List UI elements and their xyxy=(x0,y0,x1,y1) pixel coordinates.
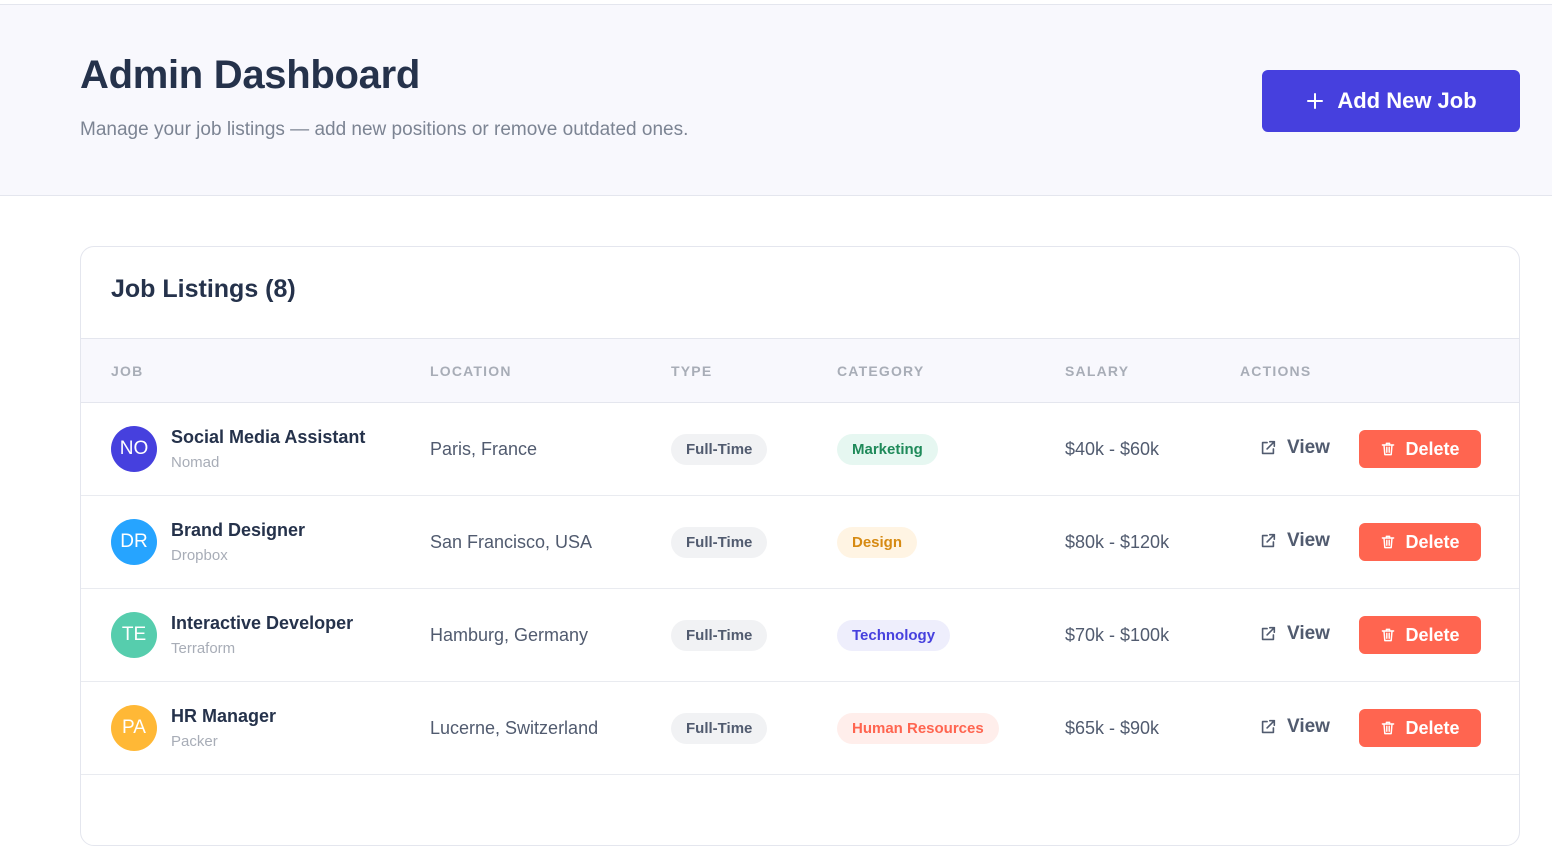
company-name: Packer xyxy=(171,733,218,750)
job-location: Lucerne, Switzerland xyxy=(430,718,599,738)
column-header-job: JOB xyxy=(111,363,144,379)
external-link-icon xyxy=(1261,626,1276,641)
dashboard-header: Admin Dashboard Manage your job listings… xyxy=(0,4,1552,196)
view-job-link[interactable]: View xyxy=(1259,716,1330,738)
column-header-actions: ACTIONS xyxy=(1240,363,1312,379)
delete-job-button[interactable]: Delete xyxy=(1359,709,1481,747)
table-row: DR Brand Designer Dropbox San Francisco,… xyxy=(81,496,1519,589)
external-link-icon xyxy=(1261,719,1276,734)
job-title[interactable]: Interactive Developer xyxy=(171,613,353,634)
job-salary: $65k - $90k xyxy=(1065,718,1160,738)
delete-label: Delete xyxy=(1405,624,1460,645)
view-label: View xyxy=(1287,623,1330,644)
company-avatar: DR xyxy=(111,519,157,565)
company-name: Nomad xyxy=(171,454,220,471)
company-name: Dropbox xyxy=(171,547,228,564)
company-avatar: PA xyxy=(111,705,157,751)
page-title: Admin Dashboard xyxy=(80,53,420,97)
job-category-badge: Technology xyxy=(837,620,951,651)
add-new-job-button[interactable]: Add New Job xyxy=(1262,70,1520,132)
job-listings-title: Job Listings (8) xyxy=(111,275,296,303)
table-header: JOB LOCATION TYPE CATEGORY SALARY ACTION… xyxy=(81,338,1519,403)
job-salary: $40k - $60k xyxy=(1065,439,1160,459)
external-link-icon xyxy=(1261,440,1276,455)
column-header-type: TYPE xyxy=(671,363,713,379)
view-label: View xyxy=(1287,716,1330,737)
job-location: Paris, France xyxy=(430,439,538,459)
table-row: NO Social Media Assistant Nomad Paris, F… xyxy=(81,403,1519,496)
view-job-link[interactable]: View xyxy=(1259,623,1330,645)
delete-label: Delete xyxy=(1405,531,1460,552)
view-job-link[interactable]: View xyxy=(1259,437,1330,459)
column-header-category: CATEGORY xyxy=(837,363,925,379)
view-label: View xyxy=(1287,437,1330,458)
delete-job-button[interactable]: Delete xyxy=(1359,616,1481,654)
column-header-location: LOCATION xyxy=(430,363,512,379)
trash-icon xyxy=(1382,535,1395,549)
job-type-badge: Full-Time xyxy=(671,713,768,744)
table-row: PA HR Manager Packer Lucerne, Switzerlan… xyxy=(81,682,1519,775)
job-listings-card: Job Listings (8) JOB LOCATION TYPE CATEG… xyxy=(80,246,1520,846)
trash-icon xyxy=(1382,721,1395,735)
view-job-link[interactable]: View xyxy=(1259,530,1330,552)
delete-job-button[interactable]: Delete xyxy=(1359,430,1481,468)
job-title[interactable]: HR Manager xyxy=(171,706,276,727)
page-subtitle: Manage your job listings — add new posit… xyxy=(80,119,689,140)
delete-job-button[interactable]: Delete xyxy=(1359,523,1481,561)
column-header-salary: SALARY xyxy=(1065,363,1130,379)
company-avatar: NO xyxy=(111,426,157,472)
job-location: San Francisco, USA xyxy=(430,532,593,552)
job-type-badge: Full-Time xyxy=(671,620,768,651)
company-name: Terraform xyxy=(171,640,236,657)
job-location: Hamburg, Germany xyxy=(430,625,589,645)
job-title[interactable]: Social Media Assistant xyxy=(171,427,365,448)
trash-icon xyxy=(1382,442,1395,456)
external-link-icon xyxy=(1261,533,1276,548)
job-salary: $80k - $120k xyxy=(1065,532,1170,552)
job-type-badge: Full-Time xyxy=(671,434,768,465)
job-type-badge: Full-Time xyxy=(671,527,768,558)
job-salary: $70k - $100k xyxy=(1065,625,1170,645)
job-title[interactable]: Brand Designer xyxy=(171,520,305,541)
view-label: View xyxy=(1287,530,1330,551)
add-new-job-label: Add New Job xyxy=(1337,88,1477,113)
job-category-badge: Design xyxy=(837,527,918,558)
company-avatar: TE xyxy=(111,612,157,658)
delete-label: Delete xyxy=(1405,717,1460,738)
plus-icon xyxy=(1307,93,1324,109)
job-category-badge: Human Resources xyxy=(837,713,999,744)
trash-icon xyxy=(1382,628,1395,642)
job-category-badge: Marketing xyxy=(837,434,938,465)
delete-label: Delete xyxy=(1405,438,1460,459)
table-row: TE Interactive Developer Terraform Hambu… xyxy=(81,589,1519,682)
